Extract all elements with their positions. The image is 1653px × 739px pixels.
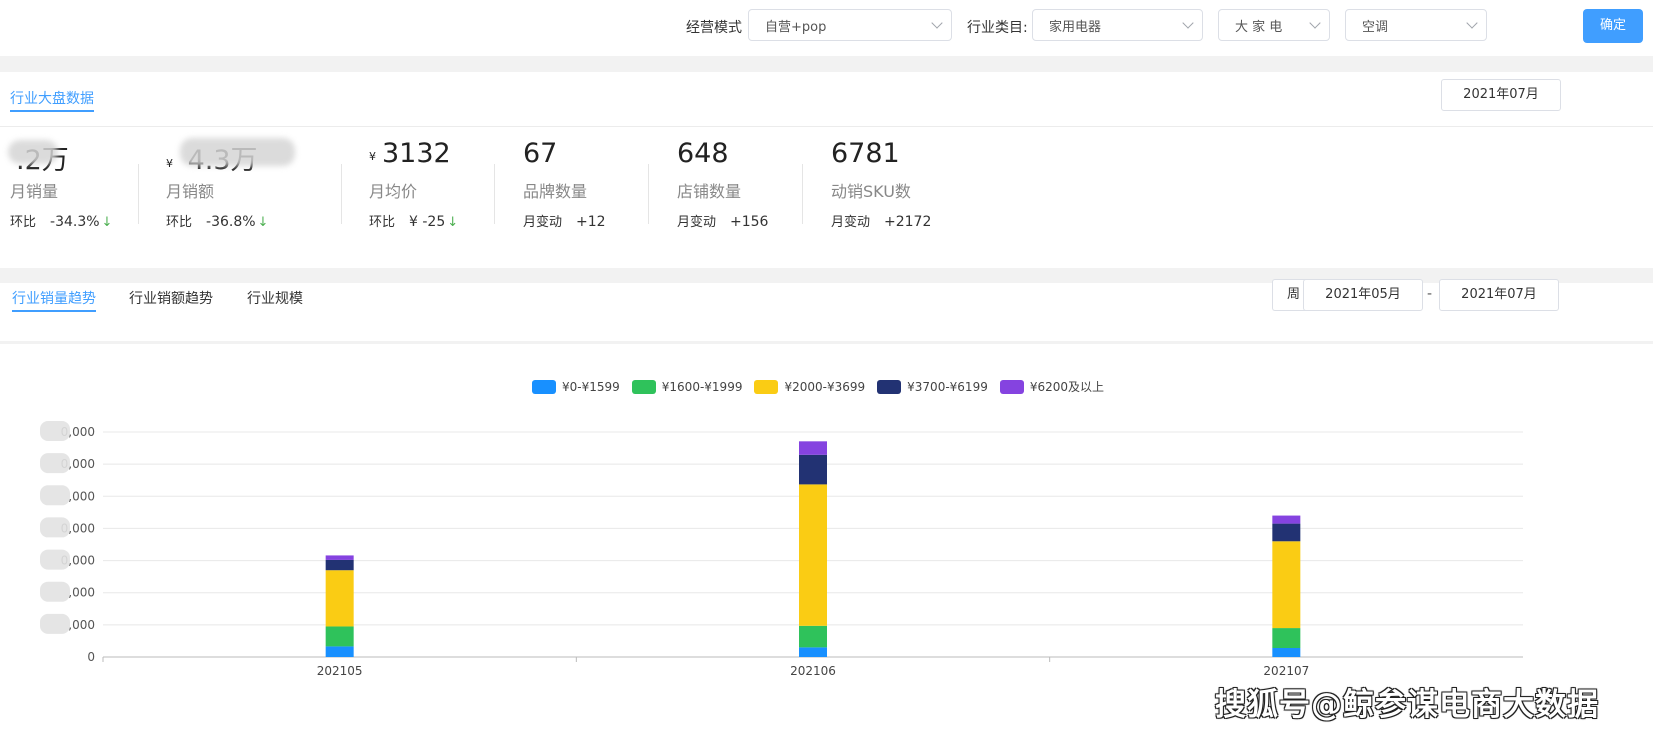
chevron-down-icon (1309, 17, 1321, 29)
arrow-down-icon: ↓ (101, 215, 113, 230)
divider (802, 164, 803, 224)
metric-change: 环比 -34.3% ↓ (10, 214, 113, 230)
blur-mask (180, 138, 295, 166)
y-tick-label: ,000 (68, 586, 95, 600)
bar-segment (799, 441, 827, 455)
watermark-text: 搜狐号@鲸参谋电商大数据 (1215, 687, 1599, 723)
metric-sku-count: 6781 动销SKU数 月变动 +2172 (831, 138, 931, 248)
metric-change: 环比 ¥ -25 ↓ (369, 214, 459, 230)
chevron-down-icon (931, 17, 943, 29)
divider (0, 126, 1653, 127)
blur-mask (40, 453, 70, 474)
date-separator: - (1427, 286, 1433, 302)
metric-value: 6781 (831, 138, 900, 169)
divider (648, 164, 649, 224)
chevron-down-icon (1182, 17, 1194, 29)
bar-segment (1272, 628, 1301, 648)
blur-mask (40, 613, 70, 634)
metric-change: 月变动 +2172 (831, 214, 932, 230)
category-select-1[interactable]: 家用电器 (1032, 9, 1203, 41)
x-tick-label: 202105 (317, 664, 363, 678)
trend-toolbar: 行业销量趋势 行业销额趋势 行业规模 周 月 2021年05月 - 2021年0… (0, 279, 1653, 341)
bar-segment (325, 555, 354, 560)
confirm-button[interactable]: 确定 (1583, 9, 1643, 43)
divider (138, 164, 139, 224)
date-from-picker[interactable]: 2021年05月 (1303, 279, 1423, 311)
month-picker[interactable]: 2021年07月 (1441, 79, 1561, 111)
metric-label: 月销额 (166, 182, 215, 201)
date-to-picker[interactable]: 2021年07月 (1439, 279, 1559, 311)
category-select-3[interactable]: 空调 (1345, 9, 1487, 41)
mode-select-value: 自营+pop (765, 20, 827, 35)
metric-label: 月销量 (10, 182, 59, 201)
y-tick-label: ,000 (68, 489, 95, 503)
bar-segment (325, 626, 354, 647)
blur-mask (8, 140, 58, 164)
category-select-2[interactable]: 大 家 电 (1218, 9, 1330, 41)
category-select-3-value: 空调 (1362, 20, 1389, 35)
metric-avg-price: ¥3132 月均价 环比 ¥ -25 ↓ (369, 138, 458, 248)
metric-change: 月变动 +12 (523, 214, 606, 230)
divider (341, 164, 342, 224)
bar-segment (1272, 515, 1301, 524)
blur-mask (40, 421, 70, 441)
bar-segment (799, 647, 827, 657)
blur-mask (40, 581, 70, 602)
blur-mask (40, 549, 70, 570)
metric-label: 月均价 (369, 182, 418, 201)
metric-change: 月变动 +156 (677, 214, 769, 230)
metric-label: 品牌数量 (523, 182, 588, 201)
bar-segment (799, 454, 827, 485)
x-tick-label: 202107 (1263, 664, 1309, 678)
bar-segment (1272, 541, 1301, 629)
tab-sales-volume-trend[interactable]: 行业销量趋势 (12, 288, 96, 312)
metric-value: ¥3132 (369, 138, 451, 169)
category-select-1-value: 家用电器 (1049, 20, 1102, 35)
bar-segment (799, 625, 827, 648)
bar-segment (1272, 523, 1301, 542)
metric-store-count: 648 店铺数量 月变动 +156 (677, 138, 768, 248)
mode-select[interactable]: 自营+pop (748, 9, 952, 41)
arrow-down-icon: ↓ (447, 215, 459, 230)
metric-label: 店铺数量 (677, 182, 742, 201)
chart-panel: ¥0-¥1599 ¥1600-¥1999 ¥2000-¥3699 ¥3700-¥… (0, 344, 1653, 739)
tab-industry-scale[interactable]: 行业规模 (247, 288, 303, 308)
x-tick-label: 202106 (790, 664, 836, 678)
divider (494, 164, 495, 224)
y-tick-label: ,000 (68, 618, 95, 632)
overview-panel: 行业大盘数据 2021年07月 .2万 月销量 环比-34.3%↓ ¥ 4.3万… (0, 72, 1653, 268)
filter-bar: 经营模式 自营+pop 行业类目: 家用电器 大 家 电 空调 确定 (0, 0, 1653, 56)
bar-segment (1272, 648, 1301, 657)
bar-segment (799, 484, 827, 626)
blur-mask (40, 517, 70, 538)
metric-value: 67 (523, 138, 558, 169)
y-tick-label: 0 (87, 650, 95, 664)
bar-segment (325, 570, 354, 627)
chevron-down-icon (1466, 17, 1478, 29)
mode-label: 经营模式 (686, 20, 742, 36)
bar-segment (325, 559, 354, 571)
bar-segment (325, 646, 354, 657)
category-label: 行业类目: (967, 20, 1028, 36)
tab-overview[interactable]: 行业大盘数据 (10, 88, 94, 112)
category-select-2-value: 大 家 电 (1235, 20, 1283, 35)
arrow-down-icon: ↓ (257, 215, 269, 230)
metric-change: 环比 -36.8% ↓ (166, 214, 269, 230)
metric-brand-count: 67 品牌数量 月变动 +12 (523, 138, 606, 248)
metric-value: 648 (677, 138, 729, 169)
metric-label: 动销SKU数 (831, 182, 911, 201)
tab-sales-revenue-trend[interactable]: 行业销额趋势 (129, 288, 213, 308)
blur-mask (40, 485, 70, 506)
